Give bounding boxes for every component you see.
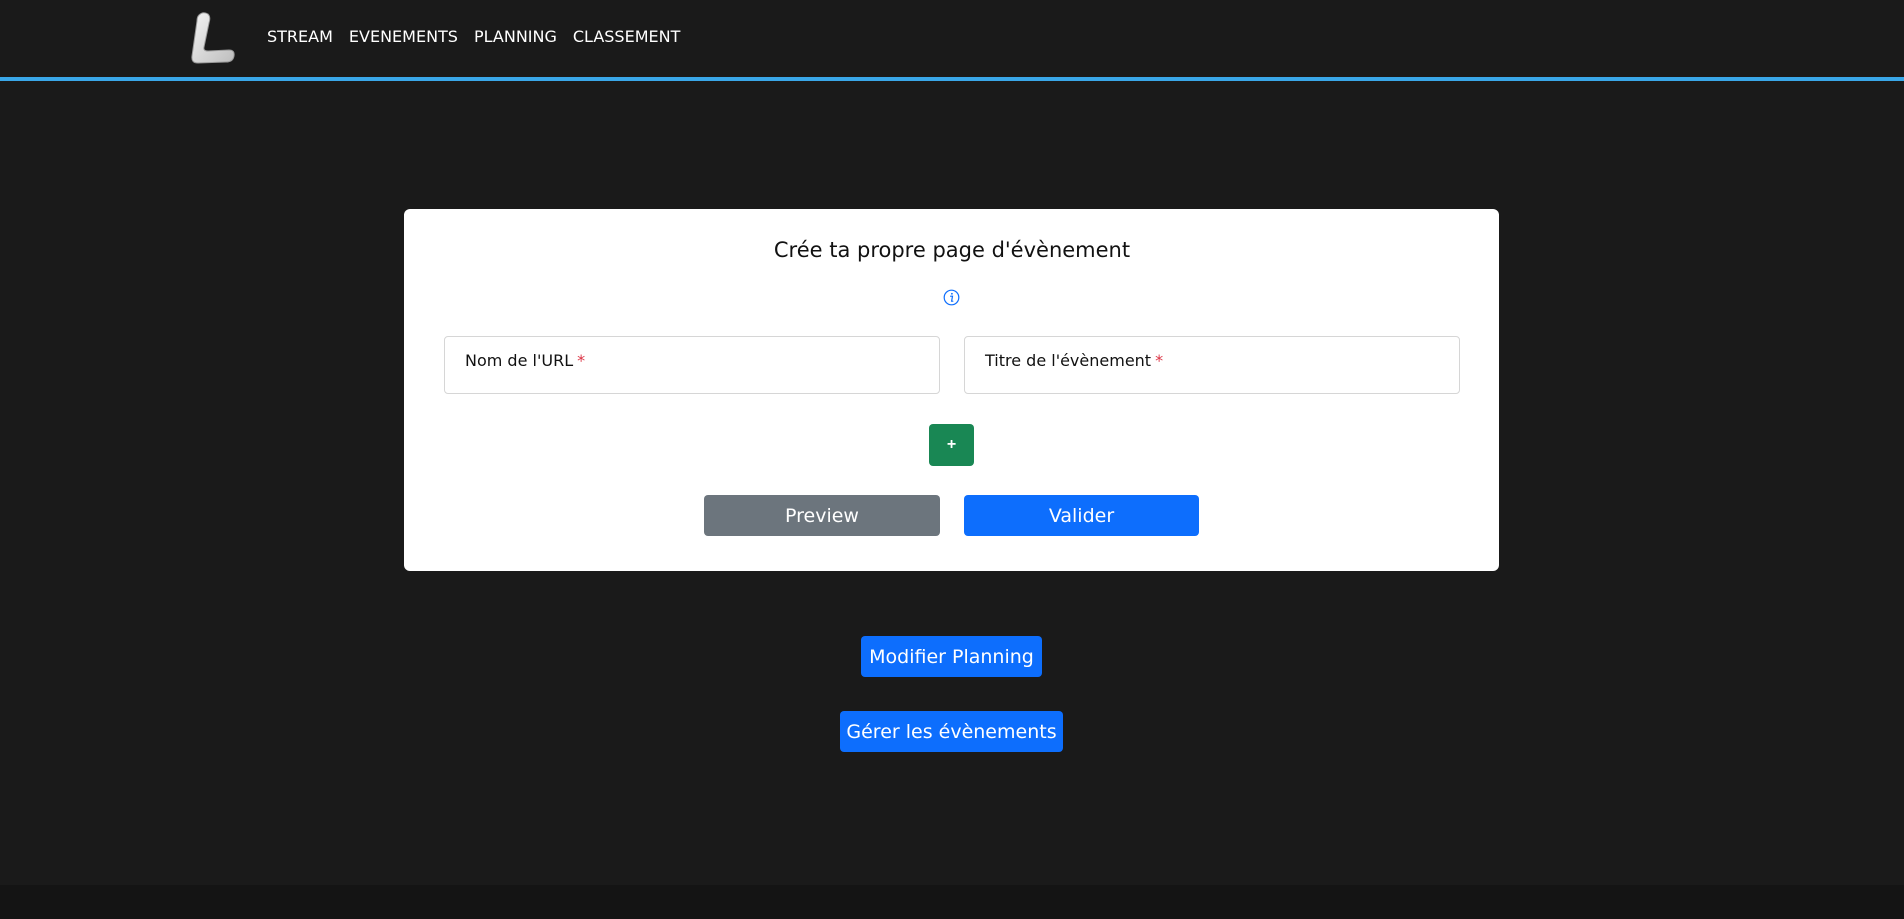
logo-l-icon[interactable] [189,11,239,65]
url-name-label: Nom de l'URL * [465,351,585,370]
submit-button[interactable]: Valider [964,495,1199,536]
nav-link-stream[interactable]: STREAM [267,27,333,46]
nav-link-planning[interactable]: PLANNING [474,27,557,46]
plus-icon: + [946,436,957,453]
page-footer [0,885,1904,919]
nav-link-evenements[interactable]: EVENEMENTS [349,27,458,46]
event-title-field[interactable]: Titre de l'évènement * [964,336,1460,394]
event-title-label: Titre de l'évènement * [985,351,1163,370]
edit-planning-button[interactable]: Modifier Planning [861,636,1042,677]
manage-events-button[interactable]: Gérer les évènements [840,711,1063,752]
url-name-field[interactable]: Nom de l'URL * [444,336,940,394]
add-field-button[interactable]: + [929,424,974,466]
preview-button[interactable]: Preview [704,495,940,536]
url-name-label-text: Nom de l'URL [465,351,574,370]
event-title-label-text: Titre de l'évènement [985,351,1152,370]
info-icon[interactable] [943,289,960,306]
required-marker: * [1155,351,1164,370]
top-navbar: STREAM EVENEMENTS PLANNING CLASSEMENT [0,0,1904,81]
nav-link-classement[interactable]: CLASSEMENT [573,27,680,46]
required-marker: * [577,351,586,370]
main-nav: STREAM EVENEMENTS PLANNING CLASSEMENT [267,27,680,46]
page-title: Crée ta propre page d'évènement [773,238,1131,262]
